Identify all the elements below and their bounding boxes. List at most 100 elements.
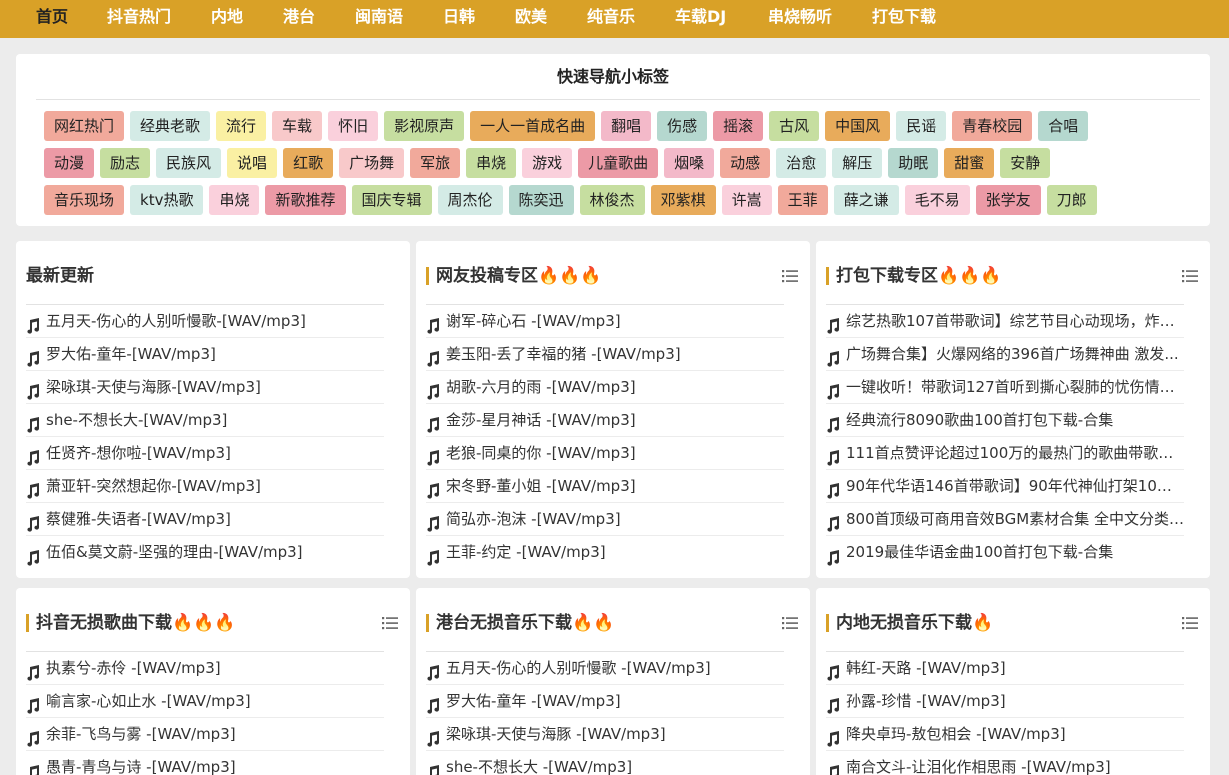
tag-link[interactable]: 刀郎 [1046, 185, 1097, 215]
tag-link[interactable]: 甜蜜 [944, 148, 995, 178]
list-menu-icon[interactable] [1182, 268, 1198, 283]
list-item[interactable]: 胡歌-六月的雨 -[WAV/mp3] [426, 371, 784, 404]
tag-link[interactable]: 音乐现场 [44, 185, 125, 215]
list-item[interactable]: 经典流行8090歌曲100首打包下载-合集 [826, 404, 1184, 437]
list-item[interactable]: 梁咏琪-天使与海豚 -[WAV/mp3] [426, 718, 784, 751]
list-item[interactable]: 喻言家-心如止水 -[WAV/mp3] [26, 685, 384, 718]
tag-link[interactable]: 摇滚 [713, 111, 764, 141]
list-item[interactable]: 余菲-飞鸟与雾 -[WAV/mp3] [26, 718, 384, 751]
tag-link[interactable]: 助眠 [888, 148, 939, 178]
nav-item-1[interactable]: 抖音热门 [107, 0, 171, 38]
nav-item-10[interactable]: 打包下载 [872, 0, 936, 38]
list-item[interactable]: 五月天-伤心的人别听慢歌-[WAV/mp3] [26, 305, 384, 338]
tag-link[interactable]: 经典老歌 [130, 111, 211, 141]
list-item[interactable]: 降央卓玛-敖包相会 -[WAV/mp3] [826, 718, 1184, 751]
list-item[interactable]: 罗大佑-童年-[WAV/mp3] [26, 338, 384, 371]
tag-link[interactable]: 一人一首成名曲 [470, 111, 596, 141]
nav-item-6[interactable]: 欧美 [515, 0, 547, 38]
tag-link[interactable]: 说唱 [227, 148, 278, 178]
tag-link[interactable]: 周杰伦 [437, 185, 503, 215]
list-item[interactable]: 广场舞合集】火爆网络的396首广场舞神曲 激发... [826, 338, 1184, 371]
list-item[interactable]: 伍佰&莫文蔚-坚强的理由-[WAV/mp3] [26, 536, 384, 569]
list-item[interactable]: 金莎-星月神话 -[WAV/mp3] [426, 404, 784, 437]
nav-item-5[interactable]: 日韩 [443, 0, 475, 38]
tag-link[interactable]: 广场舞 [339, 148, 405, 178]
list-item[interactable]: 蔡健雅-失语者-[WAV/mp3] [26, 503, 384, 536]
list-item[interactable]: 2019最佳华语金曲100首打包下载-合集 [826, 536, 1184, 569]
list-item[interactable]: 愚青-青鸟与诗 -[WAV/mp3] [26, 751, 384, 775]
list-item[interactable]: 111首点赞评论超过100万的最热门的歌曲带歌词... [826, 437, 1184, 470]
list-item[interactable]: 罗大佑-童年 -[WAV/mp3] [426, 685, 784, 718]
tag-link[interactable]: 游戏 [522, 148, 573, 178]
tag-link[interactable]: 励志 [100, 148, 151, 178]
tag-link[interactable]: 车载 [272, 111, 323, 141]
list-item[interactable]: 老狼-同桌的你 -[WAV/mp3] [426, 437, 784, 470]
tag-link[interactable]: 红歌 [283, 148, 334, 178]
tag-link[interactable]: 薛之谦 [833, 185, 899, 215]
tag-link[interactable]: 影视原声 [384, 111, 465, 141]
tag-link[interactable]: 国庆专辑 [351, 185, 432, 215]
tag-link[interactable]: 王菲 [777, 185, 828, 215]
list-item[interactable]: 宋冬野-董小姐 -[WAV/mp3] [426, 470, 784, 503]
tag-link[interactable]: 民族风 [156, 148, 222, 178]
tag-link[interactable]: 串烧 [209, 185, 260, 215]
tag-link[interactable]: 解压 [832, 148, 883, 178]
tag-link[interactable]: 民谣 [896, 111, 947, 141]
list-item[interactable]: 执素兮-赤伶 -[WAV/mp3] [26, 652, 384, 685]
tag-link[interactable]: 张学友 [975, 185, 1041, 215]
tag-link[interactable]: 流行 [216, 111, 267, 141]
list-item[interactable]: 五月天-伤心的人别听慢歌 -[WAV/mp3] [426, 652, 784, 685]
tag-link[interactable]: 翻唱 [601, 111, 652, 141]
list-item[interactable]: she-不想长大-[WAV/mp3] [26, 404, 384, 437]
list-menu-icon[interactable] [782, 615, 798, 630]
tag-link[interactable]: 网红热门 [44, 111, 125, 141]
list-item[interactable]: 简弘亦-泡沫 -[WAV/mp3] [426, 503, 784, 536]
list-item[interactable]: 90年代华语146首带歌词】90年代神仙打架10小... [826, 470, 1184, 503]
tag-link[interactable]: 怀旧 [328, 111, 379, 141]
nav-item-7[interactable]: 纯音乐 [587, 0, 635, 38]
list-item[interactable]: 萧亚轩-突然想起你-[WAV/mp3] [26, 470, 384, 503]
nav-item-4[interactable]: 闽南语 [355, 0, 403, 38]
tag-link[interactable]: 合唱 [1038, 111, 1089, 141]
tag-link[interactable]: 许嵩 [721, 185, 772, 215]
list-item[interactable]: 谢军-碎心石 -[WAV/mp3] [426, 305, 784, 338]
list-item[interactable]: 韩红-天路 -[WAV/mp3] [826, 652, 1184, 685]
tag-link[interactable]: 中国风 [825, 111, 891, 141]
list-item[interactable]: 任贤齐-想你啦-[WAV/mp3] [26, 437, 384, 470]
tag-link[interactable]: 古风 [769, 111, 820, 141]
list-item[interactable]: 800首顶级可商用音效BGM素材合集 全中文分类 ... [826, 503, 1184, 536]
list-item[interactable]: 南合文斗-让泪化作相思雨 -[WAV/mp3] [826, 751, 1184, 775]
list-menu-icon[interactable] [1182, 615, 1198, 630]
list-menu-icon[interactable] [782, 268, 798, 283]
tag-link[interactable]: 邓紫棋 [650, 185, 716, 215]
tag-link[interactable]: 治愈 [776, 148, 827, 178]
tag-link[interactable]: 新歌推荐 [265, 185, 346, 215]
list-item[interactable]: 王菲-约定 -[WAV/mp3] [426, 536, 784, 569]
tag-link[interactable]: 烟嗓 [664, 148, 715, 178]
list-item[interactable]: 一键收听！带歌词127首听到撕心裂肺的忧伤情歌... [826, 371, 1184, 404]
list-item[interactable]: 姜玉阳-丢了幸福的猪 -[WAV/mp3] [426, 338, 784, 371]
tag-link[interactable]: 军旅 [410, 148, 461, 178]
tag-link[interactable]: 林俊杰 [579, 185, 645, 215]
tag-link[interactable]: ktv热歌 [130, 185, 204, 215]
list-item[interactable]: 梁咏琪-天使与海豚-[WAV/mp3] [26, 371, 384, 404]
tag-link[interactable]: 毛不易 [904, 185, 970, 215]
nav-item-2[interactable]: 内地 [211, 0, 243, 38]
list-menu-icon[interactable] [382, 615, 398, 630]
tag-link[interactable]: 动漫 [44, 148, 95, 178]
list-item-label: 愚青-青鸟与诗 -[WAV/mp3] [46, 758, 236, 775]
tag-link[interactable]: 动感 [720, 148, 771, 178]
tag-link[interactable]: 伤感 [657, 111, 708, 141]
tag-link[interactable]: 青春校园 [952, 111, 1033, 141]
tag-link[interactable]: 串烧 [466, 148, 517, 178]
nav-item-8[interactable]: 车载DJ [675, 0, 726, 38]
nav-item-0[interactable]: 首页 [36, 0, 68, 38]
nav-item-3[interactable]: 港台 [283, 0, 315, 38]
list-item[interactable]: 综艺热歌107首带歌词】综艺节目心动现场，炸裂... [826, 305, 1184, 338]
tag-link[interactable]: 儿童歌曲 [578, 148, 659, 178]
nav-item-9[interactable]: 串烧畅听 [768, 0, 832, 38]
list-item[interactable]: 孙露-珍惜 -[WAV/mp3] [826, 685, 1184, 718]
list-item[interactable]: she-不想长大 -[WAV/mp3] [426, 751, 784, 775]
tag-link[interactable]: 安静 [1000, 148, 1051, 178]
tag-link[interactable]: 陈奕迅 [508, 185, 574, 215]
